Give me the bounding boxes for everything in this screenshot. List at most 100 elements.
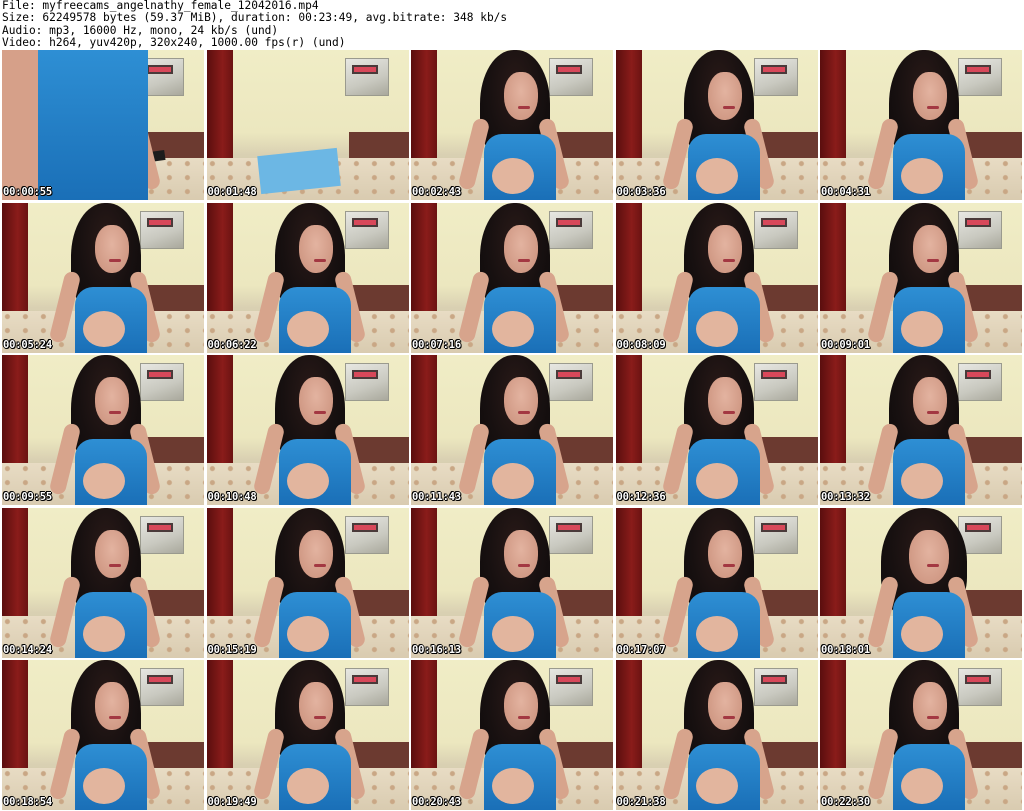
timestamp-label: 00:00:55 (3, 186, 52, 198)
curtain (2, 507, 28, 620)
wall-poster (753, 210, 798, 249)
timestamp-label: 00:10:48 (207, 491, 257, 503)
wall-poster (549, 363, 593, 401)
person-face (503, 377, 538, 425)
person-knee (696, 768, 739, 804)
timestamp-label: 00:06:22 (207, 338, 257, 351)
curtain (820, 355, 846, 467)
wall-poster (344, 363, 389, 401)
curtain (615, 202, 642, 315)
person-lips (722, 563, 735, 567)
person-face (299, 529, 334, 578)
person-knee (287, 463, 330, 499)
video-thumbnail: 00:05:24 (2, 202, 204, 353)
person-lips (927, 716, 939, 719)
person-face (94, 529, 129, 578)
person-knee (82, 768, 125, 804)
wall-poster (549, 668, 593, 706)
timestamp-label: 00:08:09 (616, 338, 666, 351)
curtain (206, 50, 233, 162)
person-knee (900, 310, 943, 347)
curtain (411, 50, 437, 162)
person-knee (900, 768, 943, 804)
curtain (411, 202, 437, 315)
timestamp-label: 00:19:49 (207, 796, 257, 808)
person-knee (900, 463, 943, 499)
video-thumbnail: 00:21:38 (615, 660, 818, 810)
person-lips (518, 106, 530, 109)
person-face (299, 377, 334, 425)
video-info-line: Video: h264, yuv420p, 320x240, 1000.00 f… (2, 36, 346, 50)
person-lips (313, 258, 326, 262)
wall-poster (753, 58, 798, 96)
wall-poster (753, 668, 798, 706)
person-knee (82, 310, 125, 347)
person-lips (313, 716, 326, 719)
timestamp-label: 00:09:55 (3, 491, 52, 503)
timestamp-label: 00:18:54 (3, 796, 52, 808)
video-thumbnail: 00:07:16 (411, 202, 613, 353)
timestamp-label: 00:13:32 (821, 491, 870, 503)
timestamp-label: 00:01:48 (207, 186, 257, 198)
person-lips (109, 716, 121, 719)
thumbnail-grid: 00:00:55 00:01:48 00:02:43 00:03:36 00:04:31… (2, 50, 1022, 810)
person-face (708, 529, 743, 578)
person-lips (927, 258, 939, 262)
video-thumbnail: 00:04:31 (820, 50, 1022, 200)
size-duration-line: Size: 62249578 bytes (59.37 MiB), durati… (2, 11, 508, 25)
timestamp-label: 00:22:30 (821, 796, 870, 808)
person-face (708, 72, 743, 120)
wall-poster (344, 515, 389, 554)
video-thumbnail: 00:18:01 (820, 507, 1022, 658)
person-dress (38, 50, 149, 200)
person-lips (109, 563, 121, 567)
video-thumbnail: 00:10:48 (206, 355, 409, 505)
person-face (912, 224, 947, 273)
timestamp-label: 00:20:43 (412, 796, 461, 808)
person-knee (491, 768, 534, 804)
person-lips (109, 258, 121, 262)
person-knee (287, 615, 330, 652)
video-thumbnail: 00:20:43 (411, 660, 613, 810)
timestamp-label: 00:11:43 (412, 491, 461, 503)
person-face (912, 682, 947, 730)
wall-poster (140, 515, 184, 554)
curtain (615, 355, 642, 467)
video-thumbnail: 00:06:22 (206, 202, 409, 353)
person-face (299, 682, 334, 730)
person-face (912, 72, 947, 120)
curtain (206, 202, 233, 315)
person-knee (696, 310, 739, 347)
wall-poster (549, 58, 593, 96)
person-knee (287, 768, 330, 804)
person-lips (722, 716, 735, 719)
curtain (820, 660, 846, 772)
person-knee (491, 615, 534, 652)
person-lips (722, 258, 735, 262)
curtain (615, 50, 642, 162)
timestamp-label: 00:07:16 (412, 338, 461, 351)
curtain (411, 507, 437, 620)
timestamp-label: 00:14:24 (3, 643, 52, 656)
timestamp-label: 00:16:13 (412, 643, 461, 656)
curtain (206, 355, 233, 467)
person-face (708, 224, 743, 273)
curtain (820, 50, 846, 162)
person-knee (491, 463, 534, 499)
video-thumbnail: 00:00:55 (2, 50, 204, 200)
video-thumbnail: 00:22:30 (820, 660, 1022, 810)
timestamp-label: 00:21:38 (616, 796, 666, 808)
timestamp-label: 00:04:31 (821, 186, 870, 198)
person-knee (491, 158, 534, 194)
person-knee (696, 158, 739, 194)
curtain (615, 507, 642, 620)
person-face (503, 72, 538, 120)
video-thumbnail: 00:01:48 (206, 50, 409, 200)
person-face (503, 529, 538, 578)
wall-poster (344, 668, 389, 706)
person-face (503, 224, 538, 273)
video-thumbnail: 00:08:09 (615, 202, 818, 353)
headboard (348, 132, 409, 160)
wall-poster (958, 363, 1002, 401)
timestamp-label: 00:18:01 (821, 643, 870, 656)
